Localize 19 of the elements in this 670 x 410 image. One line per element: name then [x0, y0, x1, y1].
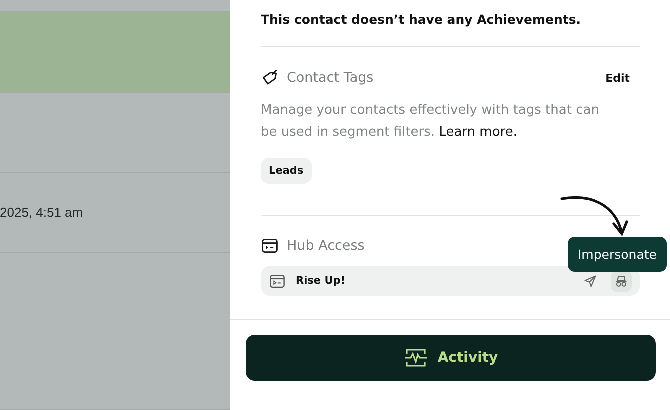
tag-chip[interactable]: Leads — [261, 158, 312, 184]
description-text: Manage your contacts effectively with tags that can be used in segment filters. Learn more. — [261, 102, 600, 142]
hub-icon — [261, 237, 279, 255]
achievements-message: This contact doesn’t have any Achievements. — [261, 12, 582, 27]
section-title: Hub Access — [287, 238, 365, 254]
send-icon — [583, 274, 598, 288]
activity-icon — [404, 346, 428, 370]
edit-button[interactable]: Edit — [606, 72, 640, 84]
tooltip: Impersonate — [568, 237, 667, 272]
section-title: Contact Tags — [287, 70, 374, 86]
hub-icon — [269, 272, 286, 290]
hub-name: Rise Up! — [296, 275, 346, 287]
incognito-icon — [614, 274, 629, 288]
date-text: 2025, 4:51 am — [0, 205, 84, 220]
arrow-drawing — [560, 196, 630, 238]
activity-button[interactable]: Activity — [246, 335, 656, 381]
learn-more-link[interactable]: Learn more. — [439, 125, 518, 140]
tag-icon — [261, 69, 279, 87]
impersonate-button[interactable] — [611, 270, 632, 292]
